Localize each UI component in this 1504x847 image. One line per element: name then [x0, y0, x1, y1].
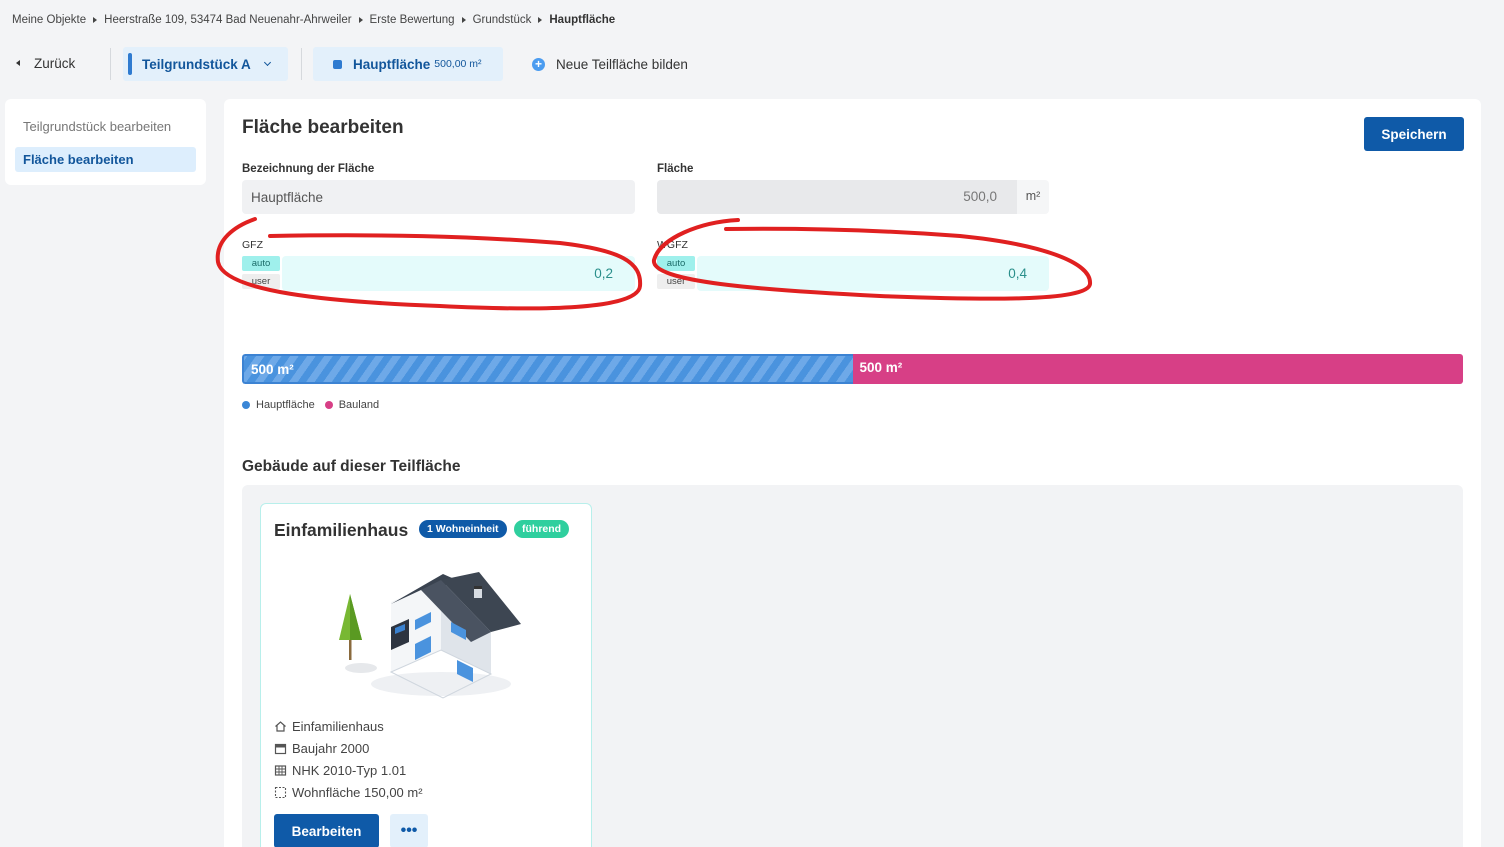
building-property: NHK 2010-Typ 1.01 [274, 759, 423, 781]
legend-label: Bauland [338, 399, 380, 411]
caret-left-icon [16, 60, 20, 66]
building-type-text: Einfamilienhaus [292, 718, 384, 734]
buildings-section-title: Gebäude auf dieser Teilfläche [242, 458, 461, 475]
units-badge: 1 Wohneinheit [419, 520, 507, 538]
legend-label: Hauptfläche [256, 399, 315, 411]
leading-badge: führend [514, 520, 570, 538]
more-options-button[interactable]: ••• [390, 814, 428, 847]
breadcrumb-separator-icon [358, 17, 363, 23]
breadcrumb-item[interactable]: Erste Bewertung [370, 14, 455, 26]
chevron-down-icon [263, 58, 271, 67]
breadcrumb-item[interactable]: Meine Objekte [12, 14, 86, 26]
building-living-area-text: Wohnfläche 150,00 m² [292, 784, 423, 800]
breadcrumb-separator-icon [461, 17, 466, 23]
distribution-segment-main-area: 500 m² [242, 354, 853, 384]
building-property: Wohnfläche 150,00 m² [274, 781, 423, 803]
breadcrumb-current: Hauptfläche [549, 14, 616, 26]
plot-color-bar [128, 53, 132, 75]
main-panel: Fläche bearbeiten Speichern Bezeichnung … [224, 99, 1481, 847]
legend-item: Bauland [324, 399, 380, 411]
building-properties: Einfamilienhaus Baujahr 2000 NHK 2010-Ty… [274, 715, 423, 803]
building-card-title: Einfamilienhaus [274, 520, 409, 540]
area-icon [274, 786, 287, 798]
tab-main-area[interactable]: Hauptfläche 500,00 m² [313, 47, 503, 81]
legend-item: Hauptfläche [242, 399, 315, 411]
house-illustration-icon [339, 572, 521, 699]
edit-building-button[interactable]: Bearbeiten [274, 814, 379, 847]
building-year-text: Baujahr 2000 [292, 740, 370, 756]
sidebar: Teilgrundstück bearbeiten Fläche bearbei… [5, 99, 206, 185]
area-size-unit: m² [1017, 180, 1049, 214]
gfz-label: GFZ [242, 239, 263, 251]
area-size-label: Fläche [657, 163, 694, 175]
distribution-segment-label: 500 m² [859, 360, 903, 375]
wgfz-auto-toggle[interactable]: auto [657, 256, 695, 271]
back-button[interactable]: Zurück [16, 46, 75, 80]
plus-circle-icon: + [532, 57, 545, 71]
new-sub-area-label: Neue Teilfläche bilden [556, 56, 688, 72]
wgfz-value-field[interactable]: 0,4 [697, 256, 1049, 291]
breadcrumb-separator-icon [93, 17, 98, 23]
area-name-input[interactable] [242, 180, 635, 214]
legend-dot-icon [324, 401, 333, 409]
sidebar-item-edit-plot[interactable]: Teilgrundstück bearbeiten [15, 114, 196, 139]
gfz-user-toggle[interactable]: user [242, 274, 280, 289]
table-icon [274, 764, 287, 776]
building-property: Baujahr 2000 [274, 737, 423, 759]
building-card: Einfamilienhaus 1 Wohneinheit führend Ei… [260, 503, 592, 847]
wgfz-label: WGFZ [657, 239, 688, 251]
plot-selector-dropdown[interactable]: Teilgrundstück A [123, 47, 288, 81]
back-button-label: Zurück [34, 55, 76, 71]
building-nhk-text: NHK 2010-Typ 1.01 [292, 762, 407, 778]
building-property: Einfamilienhaus [274, 715, 423, 737]
gfz-auto-toggle[interactable]: auto [242, 256, 280, 271]
wgfz-user-toggle[interactable]: user [657, 274, 695, 289]
sidebar-item-edit-area[interactable]: Fläche bearbeiten [15, 147, 196, 172]
area-size-value: 500,0 [657, 180, 1017, 214]
area-distribution-bar: 500 m² 500 m² [242, 354, 1463, 384]
toolbar-divider [110, 48, 111, 80]
save-button[interactable]: Speichern [1364, 117, 1464, 151]
distribution-segment-label: 500 m² [251, 362, 294, 377]
breadcrumb: Meine Objekte Heerstraße 109, 53474 Bad … [12, 12, 615, 28]
legend-dot-icon [242, 401, 250, 409]
distribution-legend: Hauptfläche Bauland [242, 399, 389, 411]
breadcrumb-separator-icon [538, 17, 543, 23]
toolbar-divider [301, 48, 302, 80]
plot-selector-label: Teilgrundstück A [142, 56, 251, 72]
buildings-list: Einfamilienhaus 1 Wohneinheit führend Ei… [242, 485, 1463, 847]
new-sub-area-button[interactable]: + Neue Teilfläche bilden [532, 47, 688, 81]
wgfz-mode-toggle: auto user [657, 256, 695, 289]
distribution-segment-building-land: 500 m² [852, 354, 1463, 384]
home-icon [275, 720, 286, 732]
gfz-value-field[interactable]: 0,2 [282, 256, 635, 291]
area-name-label: Bezeichnung der Fläche [242, 163, 375, 175]
top-toolbar: Zurück Teilgrundstück A Hauptfläche 500,… [0, 46, 1504, 82]
breadcrumb-item[interactable]: Grundstück [473, 14, 532, 26]
area-tab-size: 500,00 m² [434, 58, 482, 70]
page-title: Fläche bearbeiten [242, 117, 404, 138]
area-color-icon [333, 59, 342, 69]
area-tab-name: Hauptfläche [353, 56, 431, 72]
calendar-icon [274, 743, 287, 754]
breadcrumb-item[interactable]: Heerstraße 109, 53474 Bad Neuenahr-Ahrwe… [104, 14, 351, 26]
gfz-mode-toggle: auto user [242, 256, 280, 289]
